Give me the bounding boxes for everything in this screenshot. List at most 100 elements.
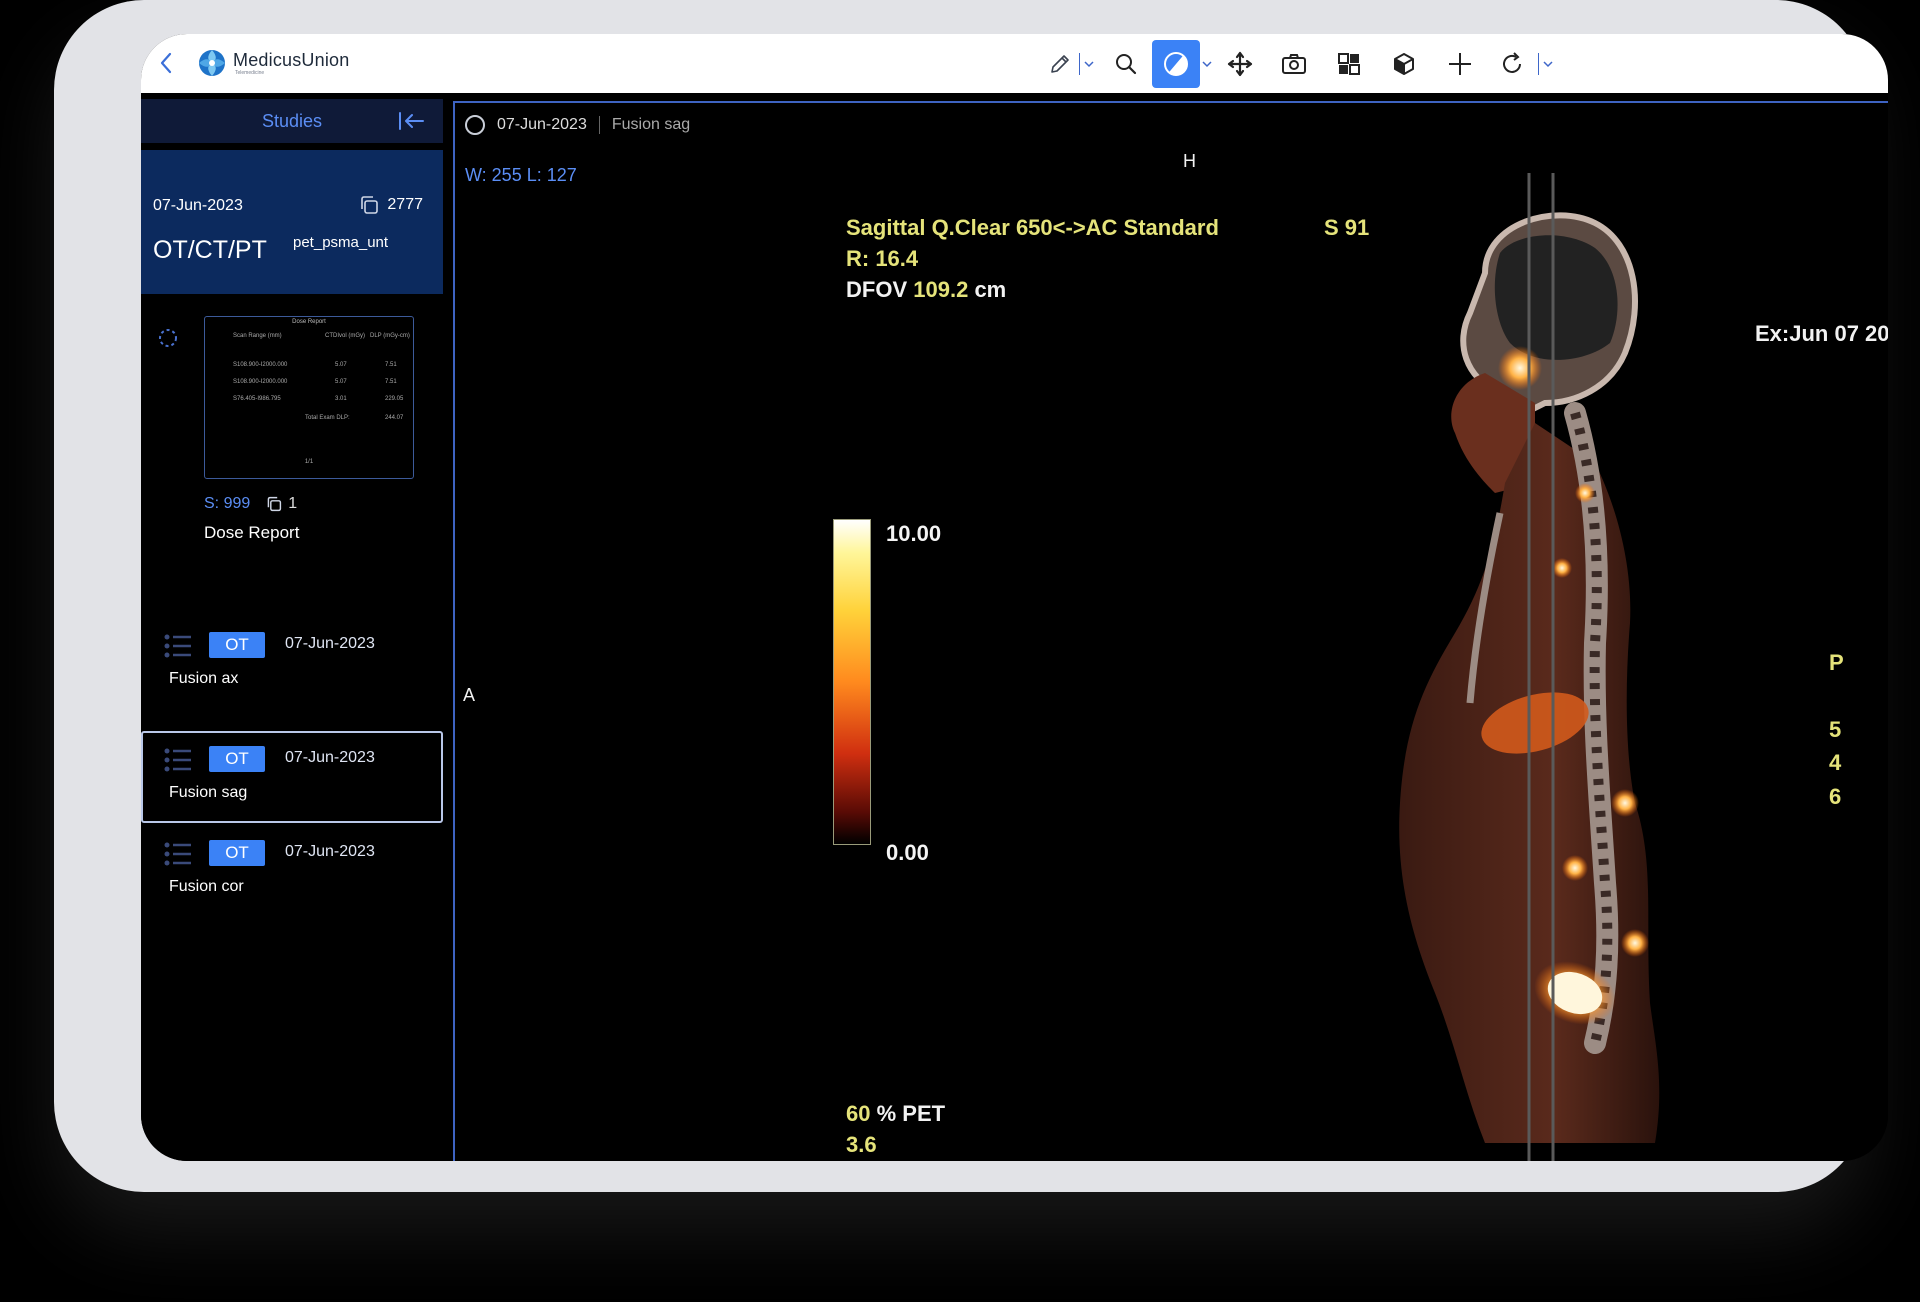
list-icon: [164, 748, 191, 772]
series-date: 07-Jun-2023: [285, 749, 375, 766]
color-scale-max: 10.00: [886, 521, 942, 546]
collapse-left-icon: [399, 112, 424, 130]
pan-tool-button[interactable]: [1214, 40, 1266, 88]
thumb-row: S108.900-I2000.000 5.07 7.51: [205, 362, 413, 370]
logo-icon: [199, 50, 225, 76]
chevron-down-icon: [1202, 61, 1212, 68]
app-logo: MedicusUnion Telemedicine: [197, 48, 349, 78]
viewport-date: 07-Jun-2023: [497, 116, 587, 133]
chevron-down-icon: [1084, 61, 1094, 68]
crosshair-tool-button[interactable]: [1432, 40, 1488, 88]
series-date: 07-Jun-2023: [285, 843, 375, 860]
back-button[interactable]: [151, 48, 181, 78]
viewport-select-radio[interactable]: [465, 115, 485, 135]
collapse-sidebar-button[interactable]: [397, 109, 427, 133]
thumb-row: S76.405-I986.795 3.01 229.05: [205, 396, 413, 404]
move-icon: [1227, 51, 1253, 77]
study-image-count: 2777: [359, 195, 423, 215]
study-image-count-value: 2777: [387, 196, 423, 213]
modality-badge: OT: [209, 840, 265, 866]
series-item-fusion-ax[interactable]: OT 07-Jun-2023 Fusion ax: [141, 618, 443, 710]
series-number: S: 999: [204, 495, 251, 512]
series-description-overlay: Sagittal Q.Clear 650<->AC Standard: [846, 215, 1219, 240]
thumb-cell: 7.51: [385, 379, 397, 385]
sidebar-title: Studies: [261, 110, 323, 131]
window-level-icon: [1164, 52, 1188, 76]
pet-ct-sagittal-image: [1399, 212, 1660, 1143]
window-level-menu-button[interactable]: [1200, 40, 1214, 88]
table-lines: [1527, 173, 1555, 1161]
right-number: 6: [1829, 784, 1842, 809]
series-item-fusion-cor[interactable]: OT 07-Jun-2023 Fusion cor: [141, 826, 443, 918]
dfov-value: 109.2: [913, 277, 969, 302]
series-date: 07-Jun-2023: [285, 635, 375, 652]
zoom-tool-button[interactable]: [1100, 40, 1152, 88]
thumb-cell: 229.05: [385, 396, 404, 402]
pencil-menu-button[interactable]: [1082, 40, 1096, 88]
logo-subtitle: Telemedicine: [235, 69, 265, 76]
image-viewport[interactable]: 07-Jun-2023 Fusion sag W: 255 L: 127 H A…: [453, 101, 1888, 1161]
cube-icon: [1394, 53, 1414, 75]
copy-icon: [361, 196, 379, 214]
dose-report-meta: S: 999 1: [204, 495, 297, 513]
thumb-row: S108.900-I2000.000 5.07 7.51: [205, 379, 413, 387]
thumb-cell: 5.07: [335, 379, 347, 385]
series-name: Fusion ax: [169, 670, 239, 687]
recon-overlay: R: 16.4: [846, 246, 919, 271]
pet-percentage-label: % PET: [876, 1101, 946, 1126]
study-date: 07-Jun-2023: [153, 197, 243, 214]
thumb-cell: S108.900-I2000.000: [233, 362, 288, 368]
window-level-readout: W: 255 L: 127: [465, 165, 577, 185]
3d-tool-button[interactable]: [1376, 40, 1432, 88]
pencil-icon: [1051, 55, 1069, 73]
study-modality: OT/CT/PT: [153, 236, 267, 264]
orientation-left: A: [463, 685, 476, 705]
chevron-left-icon: [160, 52, 172, 74]
series-image-count-value: 1: [288, 495, 298, 512]
dfov-overlay: DFOV 109.2 cm: [846, 277, 1006, 303]
loading-spinner-icon: [159, 329, 177, 347]
color-scale-bar: [833, 519, 871, 845]
thumb-header-row: Scan Range (mm) CTDIvol (mGy) DLP (mGy-c…: [205, 333, 413, 341]
thumb-header-cell: DLP (mGy-cm): [370, 333, 410, 339]
list-icon: [164, 634, 191, 658]
studies-sidebar: Studies 07-Jun-2023 2777 OT/CT/PT pet_ps…: [141, 93, 443, 1161]
color-scale-min: 0.00: [886, 840, 929, 865]
rotate-menu-button[interactable]: [1541, 40, 1555, 88]
pet-percentage-value: 60: [846, 1101, 871, 1126]
right-number: 5: [1829, 717, 1842, 742]
window-level-tool-button[interactable]: [1152, 40, 1200, 88]
orientation-top: H: [1183, 151, 1196, 171]
orientation-right: P: [1829, 650, 1844, 675]
thumb-cell: 5.07: [335, 362, 347, 368]
thumb-title: Dose Report: [292, 319, 326, 325]
series-name: Fusion sag: [169, 784, 248, 801]
toolbar-divider: [1079, 53, 1080, 75]
rotate-tool-button[interactable]: [1488, 40, 1536, 88]
study-description: pet_psma_unt: [293, 234, 389, 251]
thumb-cell: 7.51: [385, 362, 397, 368]
crosshair-icon: [1449, 53, 1471, 75]
pet-percentage-overlay: 60 % PET: [846, 1101, 945, 1127]
thumb-total-value: 244.07: [385, 415, 404, 421]
dose-report-thumbnail[interactable]: Dose Report Scan Range (mm) CTDIvol (mGy…: [204, 316, 414, 479]
thumb-total-label: Total Exam DLP:: [305, 415, 350, 421]
snapshot-tool-button[interactable]: [1266, 40, 1322, 88]
thumb-cell: S76.405-I986.795: [233, 396, 281, 402]
thumb-cell: S108.900-I2000.000: [233, 379, 288, 385]
toolbar-divider: [1538, 53, 1539, 75]
pencil-tool-button[interactable]: [1043, 40, 1077, 88]
study-card[interactable]: 07-Jun-2023 2777 OT/CT/PT pet_psma_unt: [141, 150, 443, 294]
app-screen: MedicusUnion Telemedicine Studies 07-Jun…: [141, 34, 1888, 1161]
magnifier-icon: [1116, 54, 1137, 75]
series-item-fusion-sag[interactable]: OT 07-Jun-2023 Fusion sag: [141, 731, 443, 823]
pet-extra-value: 3.6: [846, 1132, 877, 1157]
slice-number-overlay: S 91: [1324, 215, 1370, 240]
thumb-total-row: Total Exam DLP: 244.07: [205, 415, 413, 423]
layout-tool-button[interactable]: [1322, 40, 1376, 88]
modality-badge: OT: [209, 746, 265, 772]
toolbar-tools: [1043, 39, 1555, 89]
dfov-label: DFOV: [846, 277, 908, 302]
viewport-series-name: Fusion sag: [611, 116, 691, 133]
series-name: Fusion cor: [169, 878, 244, 895]
